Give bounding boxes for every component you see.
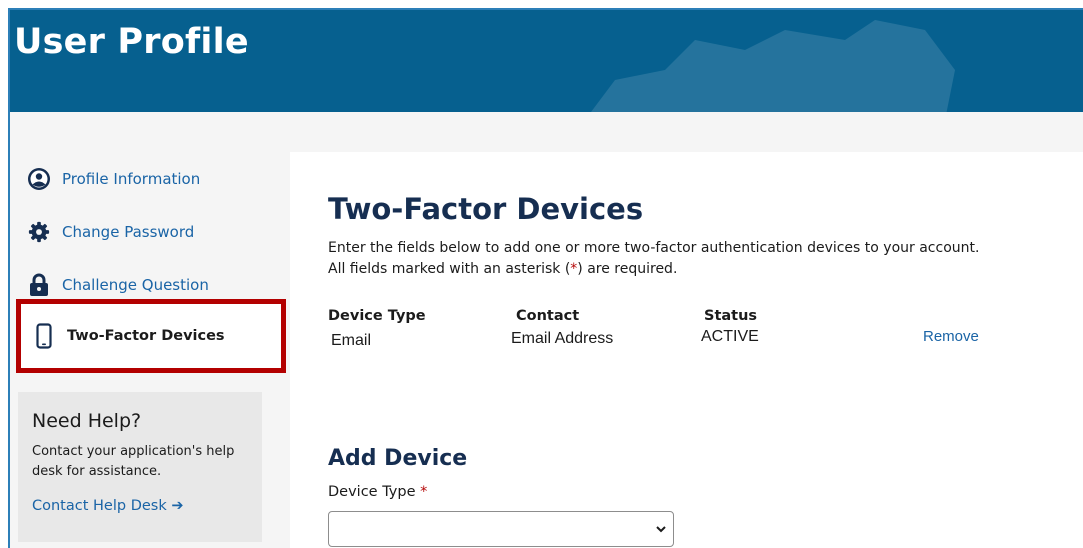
sidebar-item-label: Profile Information	[62, 170, 201, 188]
intro-line-2-pre: All fields marked with an asterisk (	[328, 261, 571, 277]
device-type-select[interactable]	[328, 511, 674, 547]
sidebar-item-change-password[interactable]: Change Password	[10, 209, 280, 255]
cell-status: ACTIVE	[701, 328, 759, 345]
map-watermark	[591, 20, 955, 112]
sidebar-item-label: Change Password	[62, 223, 195, 241]
column-header-status: Status	[704, 308, 758, 324]
device-type-label-text: Device Type	[328, 484, 416, 500]
lock-icon	[26, 272, 52, 298]
contact-help-desk-link[interactable]: Contact Help Desk ➔	[32, 498, 248, 514]
gear-icon	[26, 219, 52, 245]
intro-line-2-post: ) are required.	[577, 261, 678, 277]
chevron-down-icon	[656, 526, 666, 533]
page-title: Two-Factor Devices	[328, 192, 644, 226]
user-circle-icon	[26, 166, 52, 192]
app-frame: User Profile Profile Information Change …	[8, 8, 1083, 548]
help-title: Need Help?	[32, 410, 142, 432]
remove-device-link[interactable]: Remove	[923, 328, 979, 345]
sidebar-item-two-factor-devices[interactable]: Two-Factor Devices	[16, 299, 286, 373]
column-header-contact: Contact	[516, 308, 580, 324]
sidebar-item-label: Challenge Question	[62, 276, 209, 294]
column-header-device-type: Device Type	[328, 308, 426, 324]
intro-text: Enter the fields below to add one or mor…	[328, 238, 1048, 280]
header-banner: User Profile	[10, 10, 1083, 112]
help-panel: Need Help? Contact your application's he…	[18, 392, 262, 542]
main-content: Two-Factor Devices Enter the fields belo…	[290, 152, 1083, 548]
help-text: Contact your application's help desk for…	[32, 444, 235, 479]
sidebar-nav: Profile Information Change Password Chal…	[10, 112, 290, 548]
intro-line-1: Enter the fields below to add one or mor…	[328, 240, 980, 256]
intro-line-2: All fields marked with an asterisk (*) a…	[328, 259, 1048, 280]
cell-contact: Email Address	[511, 330, 614, 347]
add-device-heading: Add Device	[328, 446, 468, 471]
page-banner-title: User Profile	[14, 22, 249, 62]
sidebar-item-profile-information[interactable]: Profile Information	[10, 156, 280, 202]
mobile-phone-icon	[31, 323, 57, 349]
device-type-label: Device Type *	[328, 484, 427, 500]
sidebar-item-label: Two-Factor Devices	[67, 328, 225, 344]
cell-device-type: Email	[331, 332, 372, 349]
required-asterisk: *	[420, 484, 428, 500]
